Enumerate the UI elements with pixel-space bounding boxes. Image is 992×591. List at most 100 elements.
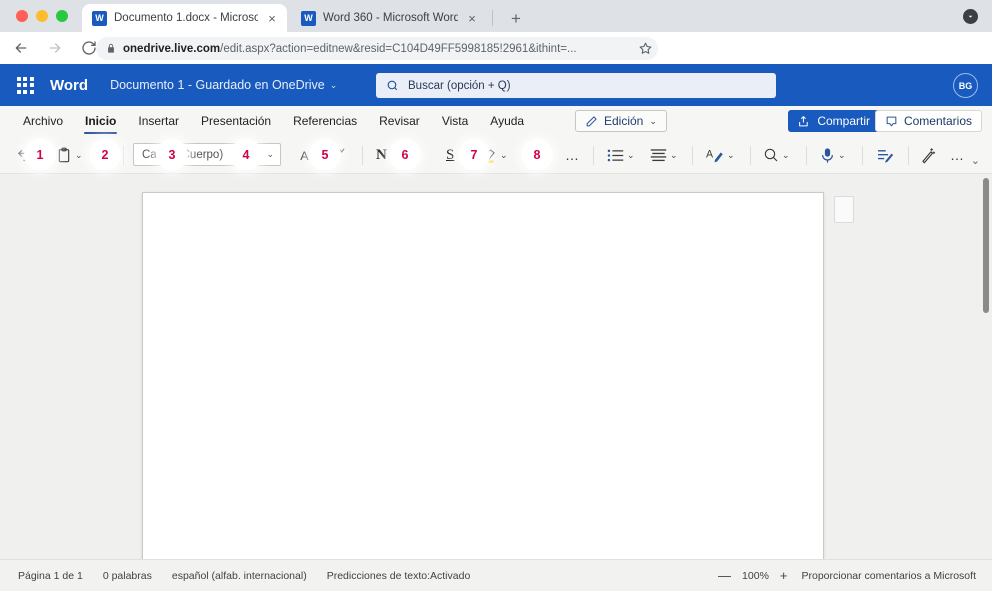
url-domain: onedrive.live.com: [123, 42, 221, 55]
text-predictions-label[interactable]: Predicciones de texto:Activado: [327, 570, 471, 582]
pencil-icon: [586, 115, 597, 126]
chevron-down-icon[interactable]: ⌄: [838, 150, 846, 160]
document-page[interactable]: [142, 192, 824, 564]
lock-icon: [108, 43, 114, 53]
annotation-badge-8: 8: [523, 141, 551, 169]
chevron-down-icon[interactable]: ⌄: [670, 150, 678, 160]
star-icon[interactable]: [638, 41, 653, 56]
tab-presentacion[interactable]: Presentación: [190, 106, 282, 136]
share-button[interactable]: Compartir: [788, 110, 880, 132]
styles-icon: A: [706, 148, 723, 163]
page-number-label[interactable]: Página 1 de 1: [18, 570, 83, 582]
language-label[interactable]: español (alfab. internacional): [172, 570, 307, 582]
svg-text:A: A: [706, 148, 714, 160]
underline-button[interactable]: S: [446, 144, 454, 166]
bold-label: N: [376, 146, 387, 163]
tab-ayuda[interactable]: Ayuda: [479, 106, 535, 136]
annotation-badge-5: 5: [311, 141, 339, 169]
dictate-button[interactable]: ⌄: [820, 144, 846, 166]
word-icon: [301, 10, 316, 26]
collapse-ribbon-button[interactable]: ⌄: [971, 154, 980, 167]
more-font-options-button[interactable]: …: [565, 144, 580, 166]
annotation-badge-2: 2: [91, 141, 119, 169]
scrollbar-thumb[interactable]: [983, 178, 989, 313]
address-bar[interactable]: onedrive.live.com/edit.aspx?action=editn…: [96, 37, 658, 60]
bold-button[interactable]: N: [376, 144, 387, 166]
chevron-down-icon[interactable]: ⌄: [782, 150, 790, 160]
vertical-scrollbar[interactable]: [980, 174, 992, 559]
editing-mode-button[interactable]: Edición ⌄: [575, 110, 667, 132]
new-tab-button[interactable]: +: [505, 7, 527, 29]
toolbar-divider: [593, 146, 594, 165]
bullets-button[interactable]: ⌄: [607, 144, 635, 166]
chevron-down-icon[interactable]: ⌄: [266, 150, 274, 159]
document-title-label: Documento 1 - Guardado en OneDrive: [110, 78, 325, 92]
share-label: Compartir: [817, 114, 870, 128]
close-icon[interactable]: ×: [465, 11, 479, 25]
annotation-badge-4: 4: [232, 141, 260, 169]
zoom-out-button[interactable]: —: [718, 569, 731, 582]
chevron-down-icon: ⌄: [329, 79, 338, 90]
toolbar-divider: [806, 146, 807, 165]
feedback-link[interactable]: Proporcionar comentarios a Microsoft: [802, 570, 977, 582]
page-corner-widget[interactable]: [834, 196, 854, 223]
ellipsis-icon: …: [565, 147, 580, 163]
word-brand-label[interactable]: Word: [50, 77, 88, 94]
tab-archivo[interactable]: Archivo: [12, 106, 74, 136]
more-options-button[interactable]: …: [950, 144, 965, 166]
styles-button[interactable]: A ⌄: [706, 144, 735, 166]
close-window-button[interactable]: [16, 10, 28, 22]
underline-label: S: [446, 146, 455, 163]
bullet-list-icon: [607, 149, 624, 161]
toolbar-divider: [862, 146, 863, 165]
zoom-in-button[interactable]: +: [780, 569, 788, 582]
tab-referencias[interactable]: Referencias: [282, 106, 368, 136]
tab-separator: [492, 10, 493, 26]
browser-window: Documento 1.docx - Microsoft × Word 360 …: [0, 0, 992, 591]
zoom-level-label[interactable]: 100%: [742, 570, 769, 582]
chevron-down-icon[interactable]: ⌄: [500, 150, 508, 160]
url-path: /edit.aspx?action=editnew&resid=C104D49F…: [220, 42, 577, 55]
editing-mode-label: Edición: [604, 114, 644, 128]
chevron-down-icon[interactable]: ⌄: [75, 150, 83, 160]
comments-button[interactable]: Comentarios: [874, 110, 982, 132]
editor-icon: [878, 149, 894, 163]
browser-tab-1[interactable]: Word 360 - Microsoft Word On ×: [291, 4, 487, 32]
search-placeholder: Buscar (opción + Q): [408, 79, 511, 92]
tab-insertar[interactable]: Insertar: [127, 106, 190, 136]
zoom-control: — 100% +: [718, 569, 787, 582]
magic-wand-icon: [922, 147, 936, 163]
chevron-down-icon[interactable]: ⌄: [627, 150, 635, 160]
document-title[interactable]: Documento 1 - Guardado en OneDrive ⌄: [110, 78, 337, 92]
tab-revisar[interactable]: Revisar: [368, 106, 431, 136]
back-arrow-icon[interactable]: [8, 35, 34, 61]
paste-button[interactable]: ⌄: [56, 144, 83, 166]
browser-tab-title: Word 360 - Microsoft Word On: [323, 12, 458, 24]
close-icon[interactable]: ×: [265, 11, 279, 25]
minimize-window-button[interactable]: [36, 10, 48, 22]
find-button[interactable]: ⌄: [763, 144, 790, 166]
editor-button[interactable]: [876, 144, 894, 166]
forward-arrow-icon[interactable]: [42, 35, 68, 61]
alignment-button[interactable]: ⌄: [650, 144, 678, 166]
browser-tab-0[interactable]: Documento 1.docx - Microsoft ×: [82, 4, 287, 32]
search-input[interactable]: Buscar (opción + Q): [376, 73, 776, 98]
browser-tab-strip: Documento 1.docx - Microsoft × Word 360 …: [0, 0, 992, 32]
toolbar-divider: [362, 146, 363, 165]
browser-toolbar: onedrive.live.com/edit.aspx?action=editn…: [0, 32, 992, 64]
svg-text:A: A: [300, 149, 309, 163]
document-canvas-area: [0, 174, 992, 564]
designer-button[interactable]: [920, 144, 936, 166]
chevron-down-icon[interactable]: ⌄: [727, 150, 735, 160]
chrome-menu-icon[interactable]: [963, 9, 978, 24]
share-icon: [799, 115, 809, 126]
maximize-window-button[interactable]: [56, 10, 68, 22]
comment-icon: [886, 116, 897, 126]
tab-inicio[interactable]: Inicio: [74, 106, 127, 136]
avatar[interactable]: BG: [953, 73, 978, 98]
tab-vista[interactable]: Vista: [431, 106, 479, 136]
app-launcher-icon[interactable]: [14, 74, 36, 96]
toolbar-divider: [750, 146, 751, 165]
word-count-label[interactable]: 0 palabras: [103, 570, 152, 582]
toolbar-divider: [123, 146, 124, 165]
